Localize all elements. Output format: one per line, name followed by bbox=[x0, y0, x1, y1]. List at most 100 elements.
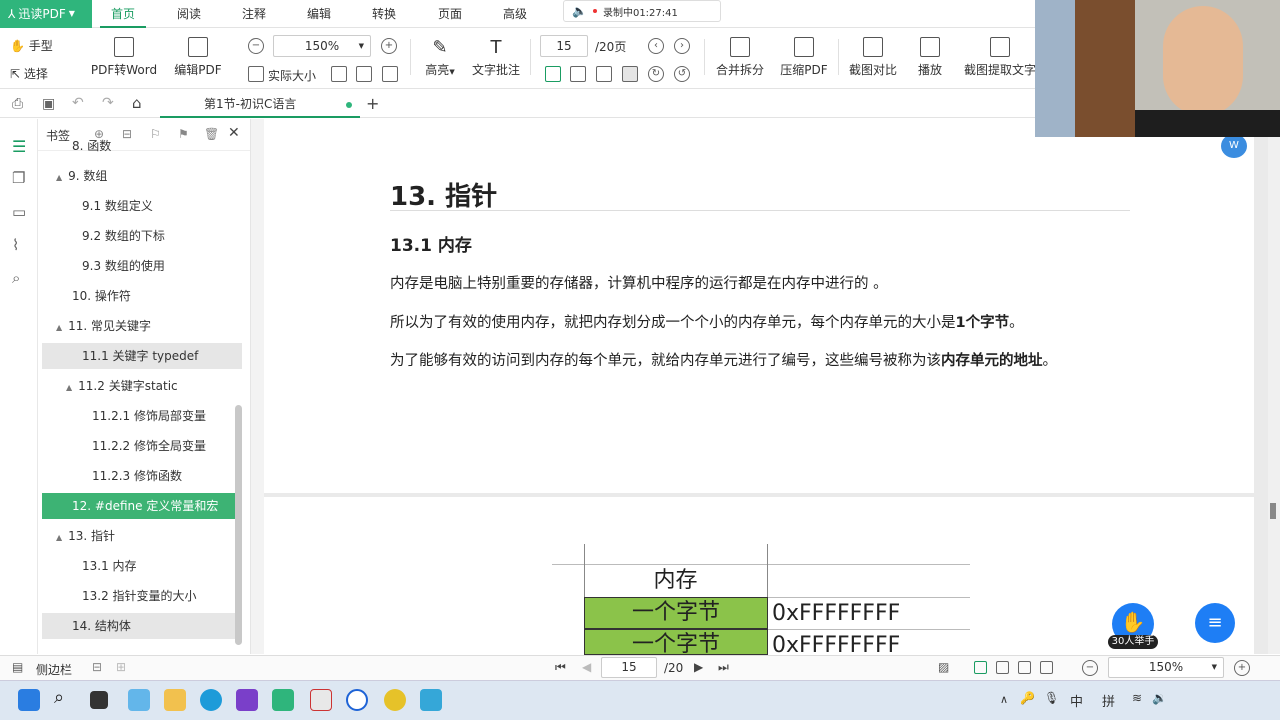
tray-chevron-icon[interactable]: ∧ bbox=[1000, 693, 1008, 706]
search-icon[interactable]: ⌕ bbox=[54, 687, 64, 708]
new-tab-button[interactable]: + bbox=[366, 94, 379, 113]
file-explorer-icon[interactable] bbox=[164, 689, 186, 711]
previous-page-icon[interactable]: ‹ bbox=[648, 38, 664, 54]
page-number-input[interactable]: 15 bbox=[540, 35, 588, 57]
bookmark-item[interactable]: 11.2.1 修饰局部变量 bbox=[42, 403, 242, 429]
status-zoom-out-icon[interactable]: − bbox=[1082, 660, 1098, 676]
menu-edit[interactable]: 编辑 bbox=[296, 0, 342, 28]
expand-toggle-icon[interactable]: ▲ bbox=[66, 375, 72, 401]
redo-icon[interactable]: ↷ bbox=[102, 95, 114, 111]
browser-icon[interactable] bbox=[346, 689, 368, 711]
app-yellow-icon[interactable] bbox=[384, 689, 406, 711]
undo-icon[interactable]: ↶ bbox=[72, 95, 84, 111]
continuous-view-icon[interactable] bbox=[1018, 661, 1031, 674]
bookmark-item[interactable]: ▲ 11. 常见关键字 bbox=[42, 313, 242, 339]
rotate-right-icon[interactable]: ↻ bbox=[648, 66, 664, 82]
single-page-icon[interactable] bbox=[545, 66, 561, 82]
edit-pdf-button[interactable]: 编辑PDF bbox=[170, 37, 226, 78]
bookmark-item[interactable]: 12. #define 定义常量和宏 bbox=[42, 493, 242, 519]
actual-size-icon[interactable] bbox=[248, 66, 264, 82]
zoom-out-icon[interactable]: − bbox=[248, 38, 264, 54]
fit-width-icon[interactable] bbox=[356, 66, 372, 82]
app-logo[interactable]: ⅄ 迅读PDF ▼ bbox=[0, 0, 92, 28]
prev-page-icon[interactable]: ◀ bbox=[582, 660, 591, 674]
bookmark-item[interactable]: 11.2.2 修饰全局变量 bbox=[42, 433, 242, 459]
bookmark-scrollbar[interactable] bbox=[235, 405, 242, 645]
xundu-pdf-icon[interactable] bbox=[272, 689, 294, 711]
bookmark-item[interactable]: 9.2 数组的下标 bbox=[42, 223, 242, 249]
windows-start-icon[interactable] bbox=[18, 689, 40, 711]
menu-page[interactable]: 页面 bbox=[427, 0, 473, 28]
document-scrollbar[interactable] bbox=[1268, 119, 1280, 654]
bookmark-item[interactable]: 11.2.3 修饰函数 bbox=[42, 463, 242, 489]
next-page-icon[interactable]: › bbox=[674, 38, 690, 54]
text-note-button[interactable]: T 文字批注 bbox=[470, 37, 522, 78]
play-button[interactable]: 播放 bbox=[910, 37, 950, 78]
menu-advanced[interactable]: 高级 bbox=[492, 0, 538, 28]
app-blue-icon[interactable] bbox=[420, 689, 442, 711]
comments-icon[interactable]: ▭ bbox=[12, 203, 26, 221]
single-page-view-icon[interactable] bbox=[974, 661, 987, 674]
document-tab[interactable]: 第1节-初识C语言 bbox=[160, 90, 360, 118]
translate-float-icon[interactable]: W bbox=[1221, 134, 1247, 158]
bookmark-item[interactable]: ▲ 9. 数组 bbox=[42, 163, 242, 189]
edge-browser-icon[interactable] bbox=[200, 689, 222, 711]
save-icon[interactable]: ▣ bbox=[42, 96, 55, 112]
night-mode-icon[interactable]: ▨ bbox=[938, 660, 949, 674]
task-view-icon[interactable] bbox=[90, 691, 108, 709]
bookmark-item[interactable]: ▲ 13. 指针 bbox=[42, 523, 242, 549]
bookmark-list-icon[interactable]: ☰ bbox=[12, 137, 26, 156]
visual-studio-icon[interactable] bbox=[236, 689, 258, 711]
double-page-icon[interactable] bbox=[570, 66, 586, 82]
double-page-view-icon[interactable] bbox=[996, 661, 1009, 674]
expand-toggle-icon[interactable]: ▲ bbox=[56, 165, 62, 191]
sidebar-toggle-icon[interactable]: ▤ bbox=[12, 660, 23, 674]
bookmark-item[interactable]: ▲ 11.2 关键字static bbox=[42, 373, 242, 399]
recorder-app-icon[interactable] bbox=[310, 689, 332, 711]
scroll-view-icon[interactable] bbox=[1040, 661, 1053, 674]
compress-pdf-button[interactable]: 压缩PDF bbox=[776, 37, 832, 78]
status-page-input[interactable]: 15 bbox=[601, 657, 657, 678]
bookmark-item[interactable]: 8. 函数 bbox=[42, 133, 242, 159]
next-page-icon[interactable]: ▶ bbox=[694, 660, 703, 674]
hand-tool-button[interactable]: ✋ 手型 bbox=[10, 37, 70, 54]
bookmark-item[interactable]: 13.1 内存 bbox=[42, 553, 242, 579]
fit-page-icon[interactable] bbox=[331, 66, 347, 82]
document-scrollbar-thumb[interactable] bbox=[1270, 503, 1276, 519]
ocr-button[interactable]: 截图提取文字 bbox=[962, 37, 1038, 78]
bookmark-item[interactable]: 10. 操作符 bbox=[42, 283, 242, 309]
rotate-left-icon[interactable]: ↺ bbox=[674, 66, 690, 82]
bookmark-item[interactable]: 9.3 数组的使用 bbox=[42, 253, 242, 279]
expand-toggle-icon[interactable]: ▲ bbox=[56, 315, 62, 341]
search-icon[interactable]: ⌕ bbox=[12, 269, 20, 287]
last-page-icon[interactable]: ⏭ bbox=[718, 660, 729, 675]
continuous-icon[interactable] bbox=[596, 66, 612, 82]
attachment-icon[interactable]: ⌇ bbox=[12, 236, 19, 254]
thumbnails-icon[interactable]: ❐ bbox=[12, 169, 25, 187]
status-zoom-in-icon[interactable]: + bbox=[1234, 660, 1250, 676]
text-select-icon[interactable] bbox=[382, 66, 398, 82]
menu-home[interactable]: 首页 bbox=[100, 0, 146, 28]
screenshot-compare-button[interactable]: 截图对比 bbox=[845, 37, 901, 78]
bookmark-item[interactable]: 13.2 指针变量的大小 bbox=[42, 583, 242, 609]
edge-legacy-icon[interactable] bbox=[128, 689, 150, 711]
first-page-icon[interactable]: ⏮ bbox=[555, 660, 566, 675]
panel-divider[interactable] bbox=[250, 119, 264, 654]
actual-size-label[interactable]: 实际大小 bbox=[268, 67, 316, 84]
bookmark-item[interactable]: 14. 结构体 bbox=[42, 613, 242, 639]
scroll-mode-icon[interactable] bbox=[622, 66, 638, 82]
menu-convert[interactable]: 转换 bbox=[361, 0, 407, 28]
sidebar-left-icon[interactable]: ⊟ bbox=[92, 660, 102, 674]
wifi-icon[interactable]: ≋ bbox=[1132, 691, 1142, 705]
pdf-to-word-button[interactable]: PDF转Word bbox=[88, 37, 160, 78]
ime-chinese[interactable]: 中 bbox=[1070, 691, 1083, 710]
chat-button[interactable]: ≡ bbox=[1195, 603, 1235, 643]
select-tool-button[interactable]: ⇱ 选择 bbox=[10, 65, 70, 82]
volume-icon[interactable]: 🔉 bbox=[1152, 691, 1167, 705]
sidebar-toggle-label[interactable]: 侧边栏 bbox=[36, 661, 72, 678]
print-icon[interactable]: ⎙ bbox=[12, 96, 23, 112]
sidebar-right-icon[interactable]: ⊞ bbox=[116, 660, 126, 674]
zoom-in-icon[interactable]: + bbox=[381, 38, 397, 54]
microphone-icon[interactable]: 🎙 bbox=[1044, 691, 1059, 705]
zoom-field[interactable]: 150% ▼ bbox=[273, 35, 371, 57]
